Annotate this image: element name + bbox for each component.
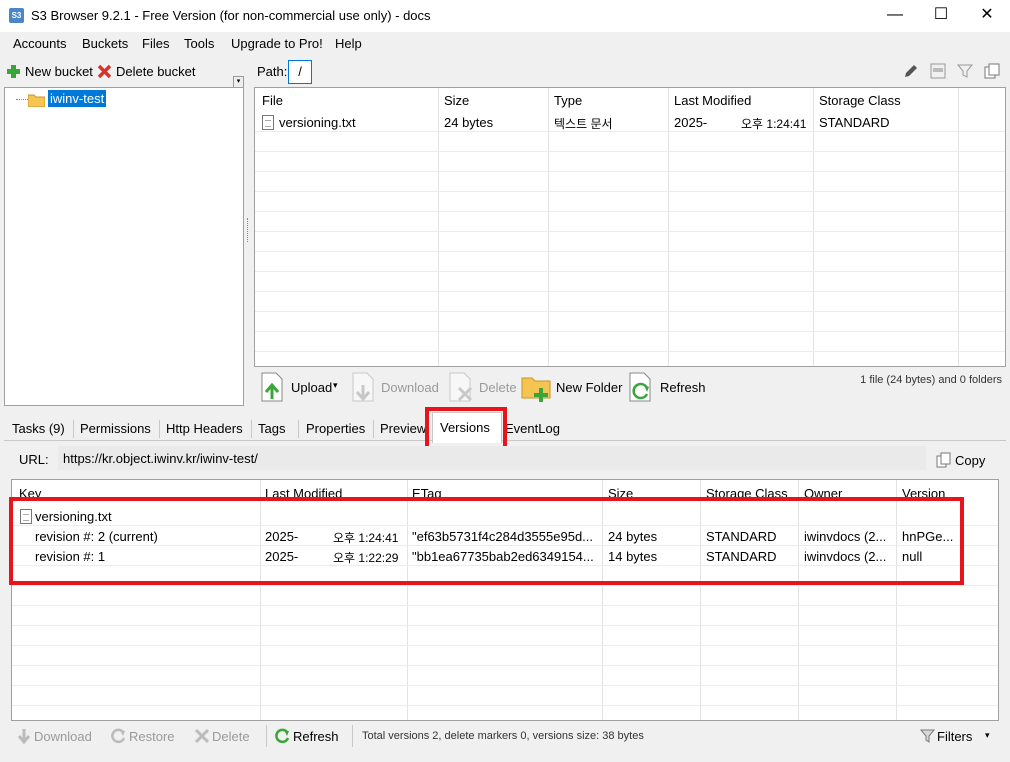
tab-eventlog[interactable]: EventLog	[505, 418, 560, 440]
download-label: Download	[381, 380, 439, 395]
version-delete-label: Delete	[212, 729, 250, 744]
file-time: 오후 1:24:41	[741, 117, 807, 131]
tab-http-headers[interactable]: Http Headers	[166, 418, 243, 440]
version-refresh-button[interactable]: Refresh	[275, 727, 345, 747]
file-type: 텍스트 문서	[554, 117, 613, 131]
upload-icon	[261, 372, 283, 402]
panel-icon[interactable]	[930, 63, 946, 79]
file-summary: 1 file (24 bytes) and 0 folders	[860, 374, 1002, 386]
version-delete-button[interactable]: Delete	[194, 727, 259, 747]
copy-window-icon[interactable]	[984, 63, 1000, 79]
edit-pencil-icon[interactable]	[903, 63, 919, 79]
tab-tasks[interactable]: Tasks (9)	[12, 418, 65, 440]
tab-tags[interactable]: Tags	[258, 418, 285, 440]
bucket-tree: iwinv-test	[4, 87, 244, 406]
path-input[interactable]: /	[288, 60, 312, 84]
tab-permissions[interactable]: Permissions	[80, 418, 151, 440]
refresh-button[interactable]: Refresh	[627, 372, 706, 404]
maximize-button[interactable]: ☐	[918, 0, 964, 32]
delete-file-icon	[449, 372, 473, 402]
delete-label: Delete	[479, 380, 517, 395]
app-icon: S3	[9, 8, 24, 23]
splitter-handle[interactable]	[247, 218, 251, 242]
file-name: versioning.txt	[279, 115, 356, 130]
file-storage-class: STANDARD	[819, 115, 890, 130]
restore-button[interactable]: Restore	[111, 727, 181, 747]
tree-line	[16, 99, 28, 100]
filter-icon[interactable]	[957, 63, 973, 79]
filters-dropdown-arrow[interactable]: ▾	[985, 730, 990, 741]
menu-upgrade[interactable]: Upgrade to Pro!	[231, 36, 323, 51]
url-label: URL:	[19, 452, 49, 467]
filters-label: Filters	[937, 729, 973, 744]
file-size: 24 bytes	[444, 115, 494, 130]
versions-summary: Total versions 2, delete markers 0, vers…	[362, 730, 644, 742]
menu-help[interactable]: Help	[335, 36, 362, 51]
version-refresh-label: Refresh	[293, 729, 339, 744]
tab-properties[interactable]: Properties	[306, 418, 365, 440]
upload-button[interactable]: Upload ▾	[259, 372, 344, 404]
delete-x-icon	[194, 728, 210, 744]
text-file-icon	[262, 115, 274, 130]
upload-dropdown-arrow[interactable]: ▾	[333, 380, 338, 391]
download-arrow-icon	[17, 729, 31, 744]
new-folder-icon	[521, 377, 551, 402]
path-label: Path:	[257, 64, 288, 79]
title-bar: S3 S3 Browser 9.2.1 - Free Version (for …	[0, 0, 1010, 32]
versions-rows-highlight	[9, 497, 964, 585]
file-date: 2025-	[674, 115, 708, 130]
red-x-icon	[97, 64, 112, 79]
restore-icon	[111, 728, 126, 744]
download-icon	[352, 372, 374, 402]
filters-button[interactable]: Filters ▾	[920, 727, 995, 747]
refresh-icon	[629, 372, 651, 402]
file-list: File Size Type Last Modified Storage Cla…	[254, 87, 1006, 367]
last-modified-col-header[interactable]: Last Modified	[674, 93, 751, 108]
new-bucket-label: New bucket	[25, 64, 93, 79]
version-download-label: Download	[34, 729, 92, 744]
bucket-name: iwinv-test	[48, 90, 107, 107]
size-col-header[interactable]: Size	[444, 93, 469, 108]
minimize-button[interactable]: —	[872, 0, 918, 32]
storage-class-col-header[interactable]: Storage Class	[819, 93, 901, 108]
url-value: https://kr.object.iwinv.kr/iwinv-test/	[63, 451, 258, 466]
folder-icon	[28, 94, 45, 107]
type-col-header[interactable]: Type	[554, 93, 582, 108]
url-field[interactable]: https://kr.object.iwinv.kr/iwinv-test/	[58, 446, 926, 470]
plus-icon	[7, 65, 20, 78]
menu-tools[interactable]: Tools	[184, 36, 214, 51]
delete-button[interactable]: Delete	[447, 372, 517, 404]
refresh-icon	[275, 728, 290, 744]
copy-button[interactable]: Copy	[935, 450, 990, 470]
window-title: S3 Browser 9.2.1 - Free Version (for non…	[31, 8, 431, 23]
menu-files[interactable]: Files	[142, 36, 169, 51]
tab-preview[interactable]: Preview	[380, 418, 426, 440]
menu-buckets[interactable]: Buckets	[82, 36, 128, 51]
copy-label: Copy	[955, 453, 986, 468]
new-folder-button[interactable]: New Folder	[521, 372, 623, 404]
versions-tab-highlight	[425, 407, 507, 451]
file-col-header[interactable]: File	[262, 93, 283, 108]
new-folder-label: New Folder	[556, 380, 623, 395]
file-row[interactable]: versioning.txt 24 bytes 텍스트 문서 2025- 오후 …	[255, 112, 1005, 131]
refresh-label: Refresh	[660, 380, 706, 395]
upload-label: Upload	[291, 380, 333, 395]
close-button[interactable]: ✕	[964, 0, 1010, 32]
copy-icon	[936, 452, 951, 468]
download-button[interactable]: Download	[350, 372, 440, 404]
delete-bucket-label: Delete bucket	[116, 64, 196, 79]
restore-label: Restore	[129, 729, 175, 744]
menu-accounts[interactable]: Accounts	[13, 36, 66, 51]
filter-icon	[920, 729, 936, 743]
version-download-button[interactable]: Download	[16, 727, 96, 747]
